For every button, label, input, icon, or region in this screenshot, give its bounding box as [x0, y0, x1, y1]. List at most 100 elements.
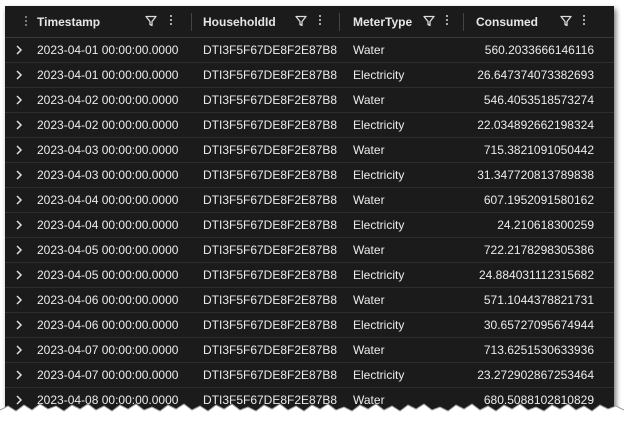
table-row[interactable]: 2023-04-02 00:00:00.0000 DTI3F5F67DE8F2E…	[5, 88, 614, 113]
cell-consumed: 560.2033666146116	[484, 43, 594, 57]
filter-icon[interactable]	[423, 15, 435, 27]
cell-consumed: 571.1044378821731	[483, 293, 594, 307]
cell-consumed: 30.65727095674944	[483, 318, 594, 332]
cell-householdid: DTI3F5F67DE8F2E87B8	[203, 168, 338, 182]
cell-metertype: Water	[353, 43, 385, 57]
cell-metertype: Electricity	[353, 168, 405, 182]
more-options-icon[interactable]	[318, 15, 322, 27]
column-header-consumed[interactable]: Consumed	[476, 6, 606, 37]
column-divider[interactable]	[191, 13, 192, 31]
cell-metertype: Electricity	[353, 368, 405, 382]
cell-timestamp: 2023-04-04 00:00:00.0000	[37, 193, 179, 207]
cell-timestamp: 2023-04-02 00:00:00.0000	[37, 93, 179, 107]
cell-metertype: Water	[353, 293, 385, 307]
cell-consumed: 23.272902867253464	[477, 368, 594, 382]
cell-consumed: 22.034892662198324	[477, 118, 594, 132]
column-header-label: Timestamp	[37, 15, 101, 29]
cell-metertype: Electricity	[353, 118, 405, 132]
chevron-right-icon[interactable]	[14, 369, 24, 381]
cell-metertype: Water	[353, 193, 385, 207]
table-row[interactable]: 2023-04-04 00:00:00.0000 DTI3F5F67DE8F2E…	[5, 213, 614, 238]
table-row[interactable]: 2023-04-03 00:00:00.0000 DTI3F5F67DE8F2E…	[5, 138, 614, 163]
cell-householdid: DTI3F5F67DE8F2E87B8	[203, 368, 338, 382]
cell-timestamp: 2023-04-05 00:00:00.0000	[37, 243, 179, 257]
cell-householdid: DTI3F5F67DE8F2E87B8	[203, 218, 338, 232]
chevron-right-icon[interactable]	[14, 69, 24, 81]
cell-timestamp: 2023-04-07 00:00:00.0000	[37, 343, 179, 357]
cell-householdid: DTI3F5F67DE8F2E87B8	[203, 193, 338, 207]
cell-timestamp: 2023-04-05 00:00:00.0000	[37, 268, 179, 282]
cell-consumed: 722.2178298305386	[483, 243, 594, 257]
cell-timestamp: 2023-04-04 00:00:00.0000	[37, 218, 179, 232]
more-options-icon[interactable]	[445, 15, 449, 27]
column-header-label: HouseholdId	[203, 15, 276, 29]
table-row[interactable]: 2023-04-02 00:00:00.0000 DTI3F5F67DE8F2E…	[5, 113, 614, 138]
table-row[interactable]: 2023-04-07 00:00:00.0000 DTI3F5F67DE8F2E…	[5, 363, 614, 388]
cell-householdid: DTI3F5F67DE8F2E87B8	[203, 118, 338, 132]
cell-householdid: DTI3F5F67DE8F2E87B8	[203, 268, 338, 282]
column-header-householdid[interactable]: HouseholdId	[203, 6, 337, 37]
chevron-right-icon[interactable]	[14, 319, 24, 331]
cell-householdid: DTI3F5F67DE8F2E87B8	[203, 318, 338, 332]
cell-consumed: 24.884031112315682	[478, 268, 594, 282]
column-resize-grip[interactable]	[25, 16, 27, 28]
cell-timestamp: 2023-04-03 00:00:00.0000	[37, 168, 179, 182]
cell-householdid: DTI3F5F67DE8F2E87B8	[203, 343, 338, 357]
cell-consumed: 26.647374073382693	[477, 68, 594, 82]
cell-metertype: Electricity	[353, 268, 405, 282]
cell-consumed: 31.347720813789838	[477, 168, 594, 182]
cell-consumed: 713.6251530633936	[483, 343, 594, 357]
torn-edge-decoration	[0, 403, 624, 424]
chevron-right-icon[interactable]	[14, 294, 24, 306]
chevron-right-icon[interactable]	[14, 144, 24, 156]
cell-metertype: Electricity	[353, 218, 405, 232]
cell-consumed: 607.1952091580162	[483, 193, 594, 207]
more-options-icon[interactable]	[582, 15, 586, 27]
column-divider[interactable]	[463, 13, 464, 31]
cell-metertype: Electricity	[353, 68, 405, 82]
cell-householdid: DTI3F5F67DE8F2E87B8	[203, 243, 338, 257]
grid-header: Timestamp HouseholdId MeterType Consumed	[5, 6, 614, 38]
table-row[interactable]: 2023-04-03 00:00:00.0000 DTI3F5F67DE8F2E…	[5, 163, 614, 188]
chevron-right-icon[interactable]	[14, 219, 24, 231]
cell-householdid: DTI3F5F67DE8F2E87B8	[203, 43, 338, 57]
cell-timestamp: 2023-04-02 00:00:00.0000	[37, 118, 179, 132]
table-row[interactable]: 2023-04-01 00:00:00.0000 DTI3F5F67DE8F2E…	[5, 63, 614, 88]
filter-icon[interactable]	[295, 15, 307, 27]
cell-metertype: Water	[353, 93, 385, 107]
filter-icon[interactable]	[560, 15, 572, 27]
chevron-right-icon[interactable]	[14, 269, 24, 281]
more-options-icon[interactable]	[169, 15, 173, 27]
chevron-right-icon[interactable]	[14, 119, 24, 131]
table-row[interactable]: 2023-04-07 00:00:00.0000 DTI3F5F67DE8F2E…	[5, 338, 614, 363]
cell-timestamp: 2023-04-01 00:00:00.0000	[37, 43, 179, 57]
chevron-right-icon[interactable]	[14, 194, 24, 206]
table-row[interactable]: 2023-04-06 00:00:00.0000 DTI3F5F67DE8F2E…	[5, 288, 614, 313]
table-row[interactable]: 2023-04-05 00:00:00.0000 DTI3F5F67DE8F2E…	[5, 238, 614, 263]
table-row[interactable]: 2023-04-01 00:00:00.0000 DTI3F5F67DE8F2E…	[5, 38, 614, 63]
cell-consumed: 24.210618300259	[497, 218, 594, 232]
column-header-label: MeterType	[353, 15, 413, 29]
table-row[interactable]: 2023-04-06 00:00:00.0000 DTI3F5F67DE8F2E…	[5, 313, 614, 338]
chevron-right-icon[interactable]	[14, 344, 24, 356]
cell-householdid: DTI3F5F67DE8F2E87B8	[203, 143, 338, 157]
table-row[interactable]: 2023-04-05 00:00:00.0000 DTI3F5F67DE8F2E…	[5, 263, 614, 288]
cell-householdid: DTI3F5F67DE8F2E87B8	[203, 93, 338, 107]
results-grid: Timestamp HouseholdId MeterType Consumed…	[5, 6, 614, 410]
filter-icon[interactable]	[145, 15, 157, 27]
chevron-right-icon[interactable]	[14, 44, 24, 56]
cell-timestamp: 2023-04-06 00:00:00.0000	[37, 293, 179, 307]
column-divider[interactable]	[339, 13, 340, 31]
chevron-right-icon[interactable]	[14, 94, 24, 106]
column-header-label: Consumed	[476, 15, 539, 29]
cell-timestamp: 2023-04-03 00:00:00.0000	[37, 143, 179, 157]
chevron-right-icon[interactable]	[14, 169, 24, 181]
column-header-metertype[interactable]: MeterType	[353, 6, 461, 37]
cell-consumed: 546.4053518573274	[483, 93, 594, 107]
column-header-timestamp[interactable]: Timestamp	[37, 6, 189, 37]
table-row[interactable]: 2023-04-04 00:00:00.0000 DTI3F5F67DE8F2E…	[5, 188, 614, 213]
cell-consumed: 715.3821091050442	[483, 143, 594, 157]
cell-metertype: Electricity	[353, 318, 405, 332]
chevron-right-icon[interactable]	[14, 244, 24, 256]
cell-metertype: Water	[353, 243, 385, 257]
